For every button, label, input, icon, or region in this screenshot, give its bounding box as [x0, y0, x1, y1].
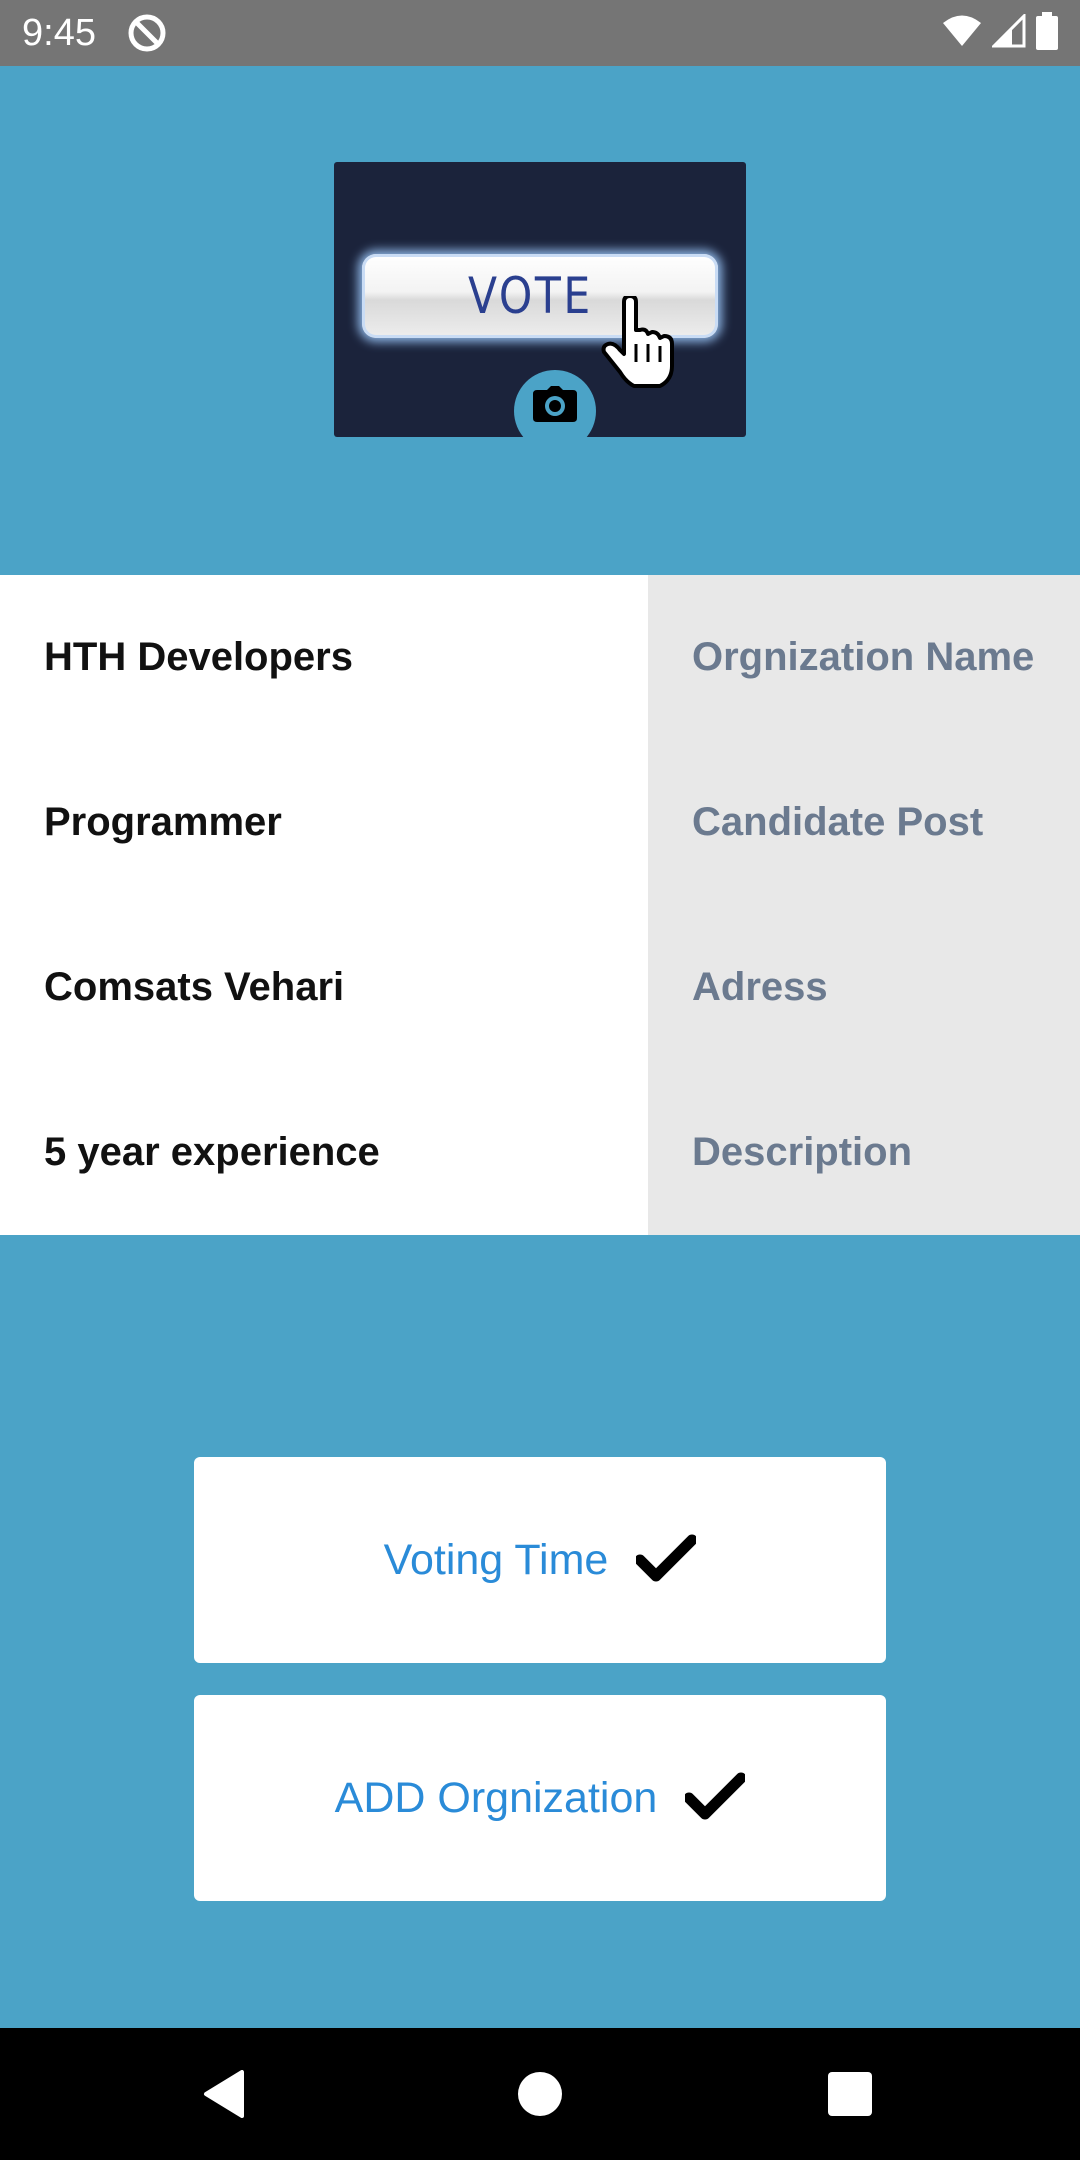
candidate-post-value: Programmer: [44, 800, 282, 844]
header-area: VOTE: [0, 66, 1080, 575]
organization-image[interactable]: VOTE: [334, 162, 746, 437]
status-time: 9:45: [22, 12, 96, 54]
status-bar: 9:45: [0, 0, 1080, 66]
description-row[interactable]: 5 year experience: [0, 1070, 648, 1235]
status-icons: [942, 11, 1058, 55]
check-icon: [634, 1534, 698, 1587]
voting-time-button[interactable]: Voting Time: [194, 1457, 886, 1663]
label-row: Adress: [648, 905, 1080, 1070]
label-row: Description: [648, 1070, 1080, 1235]
label-row: Candidate Post: [648, 740, 1080, 905]
address-label: Adress: [692, 965, 828, 1009]
signal-icon: [990, 11, 1026, 53]
organization-name-row[interactable]: HTH Developers: [0, 575, 648, 740]
battery-icon: [1036, 11, 1058, 55]
navigation-bar: [0, 2028, 1080, 2160]
add-organization-label: ADD Orgnization: [334, 1773, 658, 1822]
hand-cursor-icon: [600, 294, 684, 388]
voting-time-label: Voting Time: [383, 1535, 609, 1584]
description-value: 5 year experience: [44, 1130, 380, 1174]
organization-name-label: Orgnization Name: [692, 635, 1035, 679]
check-icon: [683, 1772, 747, 1825]
info-table: HTH Developers Programmer Comsats Vehari…: [0, 575, 1080, 1235]
vote-image-text: VOTE: [467, 267, 593, 325]
candidate-post-row[interactable]: Programmer: [0, 740, 648, 905]
add-organization-button[interactable]: ADD Orgnization: [194, 1695, 886, 1901]
camera-button[interactable]: [514, 370, 596, 437]
back-icon[interactable]: [202, 2070, 246, 2123]
wifi-icon: [942, 14, 982, 53]
labels-column: Orgnization Name Candidate Post Adress D…: [648, 575, 1080, 1235]
screen: 9:45 VOTE HTH Developers Programmer Coms…: [0, 0, 1080, 2160]
values-column: HTH Developers Programmer Comsats Vehari…: [0, 575, 648, 1235]
address-value: Comsats Vehari: [44, 965, 345, 1009]
label-row: Orgnization Name: [648, 575, 1080, 740]
recents-icon[interactable]: [828, 2072, 872, 2116]
camera-icon: [533, 386, 577, 422]
data-saver-icon: [126, 12, 168, 54]
candidate-post-label: Candidate Post: [692, 800, 984, 844]
home-icon[interactable]: [518, 2072, 562, 2116]
description-label: Description: [692, 1130, 913, 1174]
address-row[interactable]: Comsats Vehari: [0, 905, 648, 1070]
organization-name-value: HTH Developers: [44, 635, 353, 679]
